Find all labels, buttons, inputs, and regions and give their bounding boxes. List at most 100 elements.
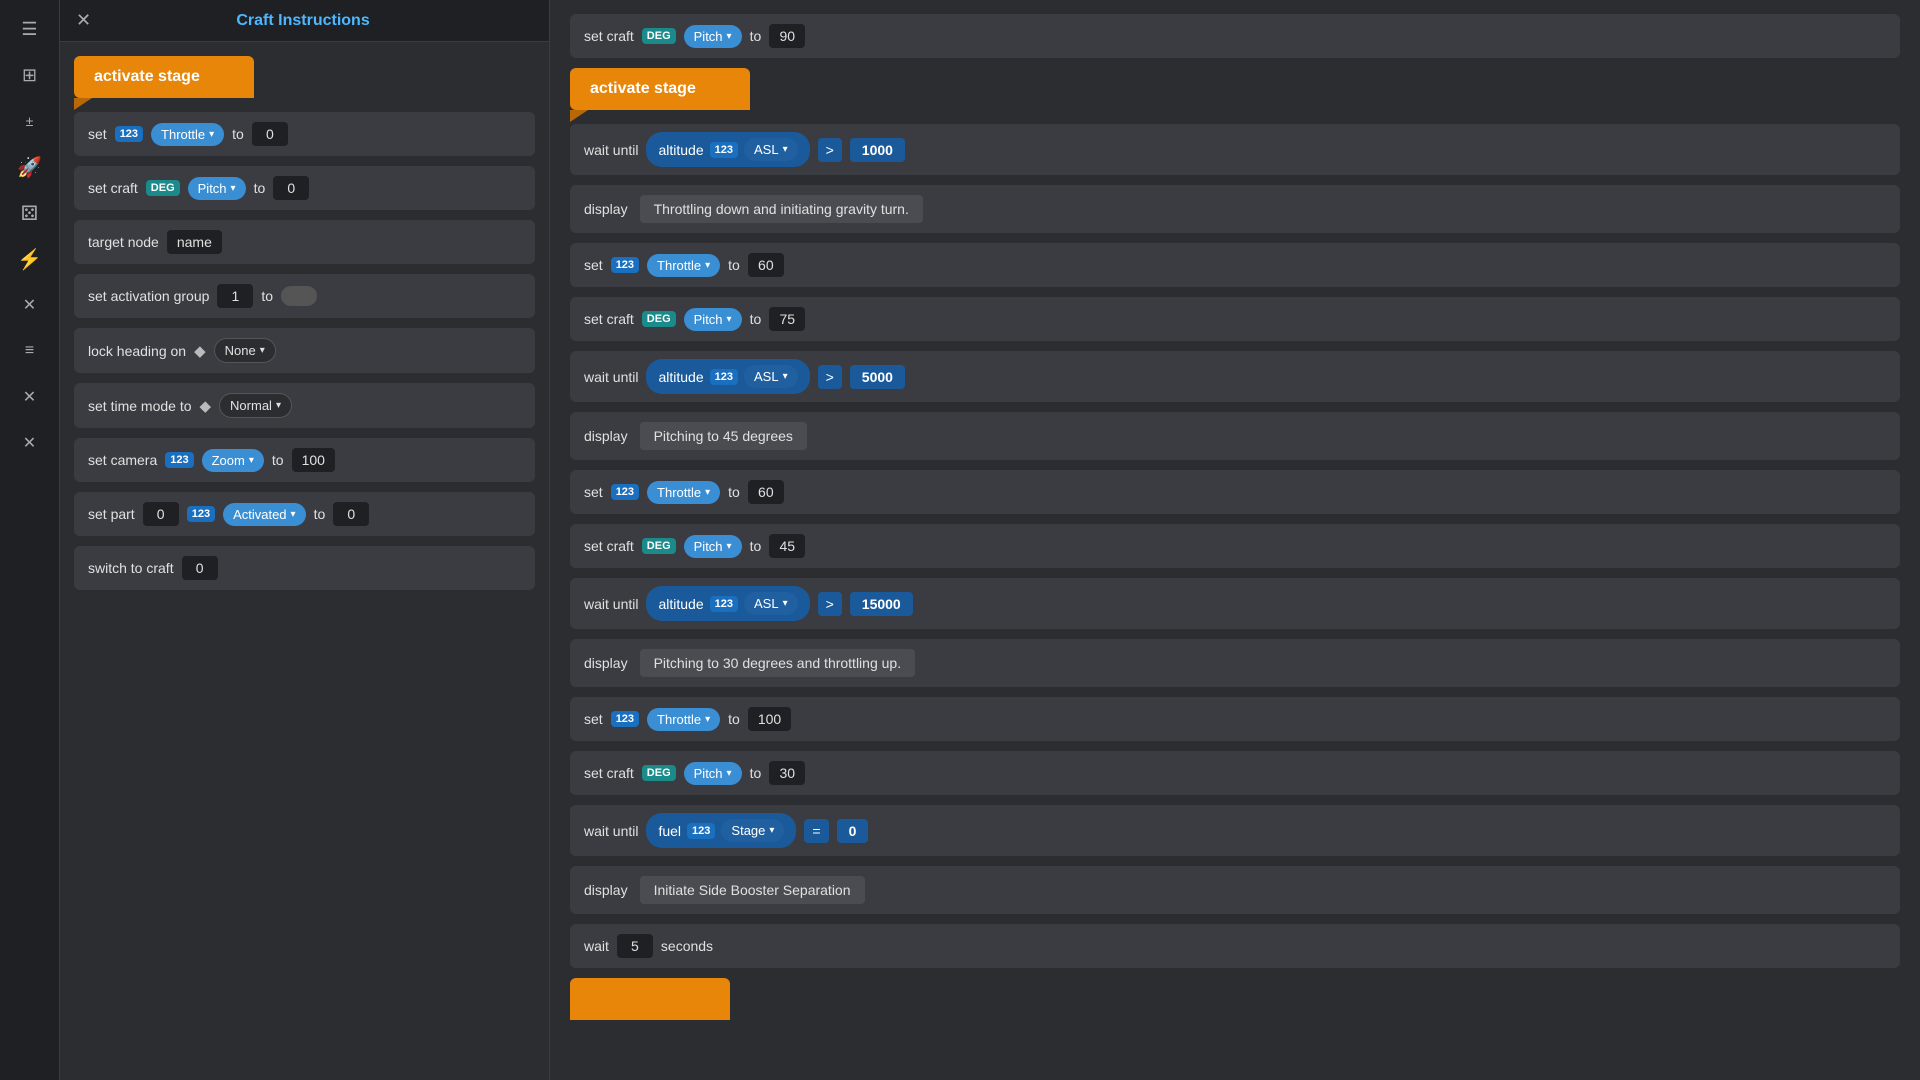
alt-value-15000[interactable]: 15000	[850, 592, 913, 616]
pitch-value-r1[interactable]: 90	[769, 24, 805, 48]
set-camera-block: set camera 123 Zoom ▾ to 100	[74, 438, 535, 482]
stage-dropdown[interactable]: Stage ▾	[721, 819, 784, 842]
throttle-value[interactable]: 0	[252, 122, 288, 146]
target-node-value[interactable]: name	[167, 230, 222, 254]
diamond-icon: ◆	[194, 342, 206, 360]
stage-badge: 123	[687, 823, 715, 839]
pitch-value-75[interactable]: 75	[769, 307, 805, 331]
grid-icon[interactable]: ⊞	[11, 56, 49, 94]
pitch-value[interactable]: 0	[273, 176, 309, 200]
pitch-dropdown-r2[interactable]: Pitch ▾	[684, 308, 742, 331]
math-icon[interactable]: ±	[11, 102, 49, 140]
act-group-value[interactable]: 1	[217, 284, 253, 308]
op-greater-1: >	[818, 138, 842, 162]
pitch-badge-r4: DEG	[642, 765, 676, 781]
set-label: set	[88, 126, 107, 142]
heading-dropdown[interactable]: None ▾	[214, 338, 276, 363]
to-label-r4: to	[728, 711, 740, 727]
zoom-dropdown[interactable]: Zoom ▾	[202, 449, 264, 472]
panel-content: activate stage set 123 Throttle ▾ to 0 s…	[60, 42, 549, 604]
asl-dropdown2[interactable]: ASL ▾	[744, 365, 798, 388]
close-button[interactable]: ✕	[76, 10, 91, 31]
set-part-block: set part 0 123 Activated ▾ to 0	[74, 492, 535, 536]
activated-dropdown[interactable]: Activated ▾	[223, 503, 306, 526]
throttle-badge-r4: 123	[611, 711, 639, 727]
part-value2[interactable]: 0	[333, 502, 369, 526]
throttle-value-60[interactable]: 60	[748, 253, 784, 277]
throttle-dropdown-r4[interactable]: Throttle ▾	[647, 708, 720, 731]
pitch-badge-r3: DEG	[642, 538, 676, 554]
pitch-value-45[interactable]: 45	[769, 534, 805, 558]
throttle-dropdown[interactable]: Throttle ▾	[151, 123, 224, 146]
set-act-group-label: set activation group	[88, 288, 209, 304]
display-label4: display	[584, 882, 628, 898]
lock-heading-block: lock heading on ◆ None ▾	[74, 328, 535, 373]
x-icon3[interactable]: ✕	[11, 424, 49, 462]
alt-value-1000[interactable]: 1000	[850, 138, 905, 162]
switch-to-craft-block: switch to craft 0	[74, 546, 535, 590]
altitude-label2: altitude	[658, 369, 703, 385]
throttle-dropdown-r3[interactable]: Throttle ▾	[647, 481, 720, 504]
switch-to-craft-label: switch to craft	[88, 560, 174, 576]
asl-badge3: 123	[710, 596, 738, 612]
altitude-cond-2: altitude 123 ASL ▾	[646, 359, 809, 394]
throttle-dropdown-r2[interactable]: Throttle ▾	[647, 254, 720, 277]
wait-label: wait	[584, 938, 609, 954]
display-text-2: Pitching to 45 degrees	[640, 422, 807, 450]
op-greater-3: >	[818, 592, 842, 616]
lock-heading-label: lock heading on	[88, 343, 186, 359]
set-craft-pitch-block: set craft DEG Pitch ▾ to 0	[74, 166, 535, 210]
display-text-4: Initiate Side Booster Separation	[640, 876, 865, 904]
altitude-label3: altitude	[658, 596, 703, 612]
pitch-badge-r2: DEG	[642, 311, 676, 327]
display-text-1: Throttling down and initiating gravity t…	[640, 195, 923, 223]
display-label3: display	[584, 655, 628, 671]
throttle-value-60b[interactable]: 60	[748, 480, 784, 504]
display-text-3: Pitching to 30 degrees and throttling up…	[640, 649, 916, 677]
switch-craft-value[interactable]: 0	[182, 556, 218, 580]
dice-icon[interactable]: ⚄	[11, 194, 49, 232]
pitch-dropdown-r1[interactable]: Pitch ▾	[684, 25, 742, 48]
target-node-label: target node	[88, 234, 159, 250]
diamond-icon2: ◆	[200, 397, 212, 415]
zoom-value[interactable]: 100	[292, 448, 335, 472]
set-craft-pitch-75-block: set craft DEG Pitch ▾ to 75	[570, 297, 1900, 341]
fuel-value-0[interactable]: 0	[837, 819, 869, 843]
throttle-badge: 123	[115, 126, 143, 142]
activation-toggle[interactable]	[281, 286, 317, 306]
set-label-r4: set	[584, 711, 603, 727]
bottom-orange-partial	[570, 978, 1900, 1020]
display-block-4: display Initiate Side Booster Separation	[570, 866, 1900, 914]
asl-dropdown3[interactable]: ASL ▾	[744, 592, 798, 615]
display-block-3: display Pitching to 30 degrees and throt…	[570, 639, 1900, 687]
pitch-dropdown-r3[interactable]: Pitch ▾	[684, 535, 742, 558]
to-label-r3: to	[728, 484, 740, 500]
alt-value-5000[interactable]: 5000	[850, 365, 905, 389]
rocket-icon[interactable]: 🚀	[11, 148, 49, 186]
set-craft-label-r3: set craft	[584, 538, 634, 554]
wait-until-alt-1000-block: wait until altitude 123 ASL ▾ > 1000	[570, 124, 1900, 175]
throttle-value-100[interactable]: 100	[748, 707, 791, 731]
left-panel: ✕ Craft Instructions activate stage set …	[60, 0, 550, 1080]
x-vars-icon[interactable]: ✕	[11, 286, 49, 324]
throttle-badge-r2: 123	[611, 257, 639, 273]
set-craft-label-r1: set craft	[584, 28, 634, 44]
asl-dropdown1[interactable]: ASL ▾	[744, 138, 798, 161]
x-icon2[interactable]: ✕	[11, 378, 49, 416]
pitch-dropdown-r4[interactable]: Pitch ▾	[684, 762, 742, 785]
list-icon[interactable]: ≡	[11, 332, 49, 370]
throttle-badge-r3: 123	[611, 484, 639, 500]
set-craft-label: set craft	[88, 180, 138, 196]
wait-until-label4: wait until	[584, 823, 638, 839]
pitch-value-30[interactable]: 30	[769, 761, 805, 785]
time-mode-dropdown[interactable]: Normal ▾	[219, 393, 292, 418]
bolt-icon[interactable]: ⚡	[11, 240, 49, 278]
set-throttle-60-block: set 123 Throttle ▾ to 60	[570, 243, 1900, 287]
menu-icon[interactable]: ☰	[11, 10, 49, 48]
pitch-dropdown[interactable]: Pitch ▾	[188, 177, 246, 200]
set-throttle-60b-block: set 123 Throttle ▾ to 60	[570, 470, 1900, 514]
part-value1[interactable]: 0	[143, 502, 179, 526]
wait-until-label3: wait until	[584, 596, 638, 612]
wait-value[interactable]: 5	[617, 934, 653, 958]
wait-until-alt-15000-block: wait until altitude 123 ASL ▾ > 15000	[570, 578, 1900, 629]
